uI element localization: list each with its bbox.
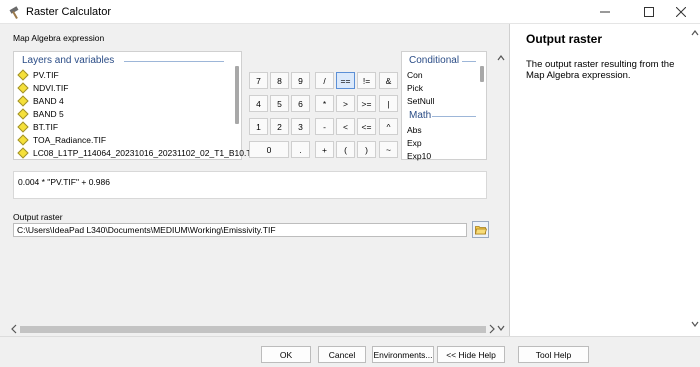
layer-item[interactable]: LC08_L1TP_114064_20231016_20231102_02_T1… [17, 147, 259, 159]
function-item[interactable]: Abs [407, 125, 422, 135]
ok-button[interactable]: OK [261, 346, 311, 363]
key-3[interactable]: 3 [291, 118, 310, 135]
layer-diamond-icon [17, 121, 29, 133]
function-item[interactable]: Exp10 [407, 151, 431, 161]
layer-item[interactable]: NDVI.TIF [17, 82, 68, 94]
key-0[interactable]: 0 [249, 141, 289, 158]
output-raster-input[interactable]: C:\Users\IdeaPad L340\Documents\MEDIUM\W… [13, 223, 467, 237]
conditional-title: Conditional [409, 55, 460, 66]
key-8[interactable]: 8 [270, 72, 289, 89]
key-not[interactable]: ~ [379, 141, 398, 158]
layer-item[interactable]: BT.TIF [17, 121, 58, 133]
layer-item[interactable]: TOA_Radiance.TIF [17, 134, 106, 146]
help-scroll-down-arrow-icon [691, 321, 699, 327]
layers-scrollbar[interactable] [235, 66, 239, 124]
maximize-icon [644, 7, 654, 17]
hammer-icon [9, 6, 19, 19]
layer-diamond-icon [17, 95, 29, 107]
function-item[interactable]: Con [407, 70, 423, 80]
window-title: Raster Calculator [26, 6, 111, 18]
key-and[interactable]: & [379, 72, 398, 89]
minimize-icon [600, 11, 610, 13]
layers-list[interactable]: Layers and variables PV.TIF NDVI.TIF BAN… [13, 51, 259, 160]
help-scroll-up-arrow-icon [691, 30, 699, 36]
layers-divider [124, 61, 224, 62]
output-raster-label: Output raster [13, 212, 63, 222]
horizontal-scrollbar-thumb[interactable] [20, 326, 486, 333]
key-7[interactable]: 7 [249, 72, 268, 89]
function-item[interactable]: SetNull [407, 96, 434, 106]
key-1[interactable]: 1 [249, 118, 268, 135]
scroll-left-arrow-icon [11, 324, 17, 334]
layers-title: Layers and variables [22, 55, 115, 66]
function-item[interactable]: Exp [407, 138, 422, 148]
key-not-equal[interactable]: != [357, 72, 376, 89]
cancel-button[interactable]: Cancel [318, 346, 366, 363]
layer-item[interactable]: PV.TIF [17, 69, 59, 81]
scroll-down-arrow-icon [497, 325, 505, 331]
title-bar: Raster Calculator [0, 0, 700, 24]
close-button[interactable] [662, 0, 700, 24]
help-title: Output raster [526, 32, 603, 46]
layer-diamond-icon [17, 108, 29, 120]
map-algebra-label: Map Algebra expression [13, 33, 105, 43]
key-6[interactable]: 6 [291, 95, 310, 112]
key-close-paren[interactable]: ) [357, 141, 376, 158]
tool-help-button[interactable]: Tool Help [518, 346, 589, 363]
scroll-right-arrow-icon [489, 324, 495, 334]
expression-textbox[interactable]: 0.004 * "PV.TIF" + 0.986 [13, 171, 487, 199]
key-9[interactable]: 9 [291, 72, 310, 89]
scroll-up-arrow-icon [497, 55, 505, 61]
layer-diamond-icon [17, 69, 29, 81]
minimize-button[interactable] [586, 0, 624, 24]
key-multiply[interactable]: * [315, 95, 334, 112]
help-panel: Output raster The output raster resultin… [509, 24, 700, 336]
key-greater[interactable]: > [336, 95, 355, 112]
key-minus[interactable]: - [315, 118, 334, 135]
key-open-paren[interactable]: ( [336, 141, 355, 158]
key-greater-equal[interactable]: >= [357, 95, 376, 112]
key-less-equal[interactable]: <= [357, 118, 376, 135]
help-text: The output raster resulting from the Map… [526, 59, 675, 81]
functions-scrollbar[interactable] [480, 66, 484, 82]
functions-list[interactable]: Conditional Con Pick SetNull Math Abs Ex… [401, 51, 487, 161]
close-icon [676, 7, 686, 17]
key-xor[interactable]: ^ [379, 118, 398, 135]
key-2[interactable]: 2 [270, 118, 289, 135]
layer-diamond-icon [17, 147, 29, 159]
panel-vertical-scrollbar[interactable] [496, 54, 506, 336]
browse-button[interactable] [472, 221, 489, 238]
key-less[interactable]: < [336, 118, 355, 135]
key-equal[interactable]: == [336, 72, 355, 89]
expression-text: 0.004 * "PV.TIF" + 0.986 [18, 177, 110, 187]
conditional-divider [462, 61, 476, 62]
layer-item[interactable]: BAND 5 [17, 108, 64, 120]
key-or[interactable]: | [379, 95, 398, 112]
math-title: Math [409, 110, 432, 121]
folder-open-icon [474, 225, 487, 234]
layer-diamond-icon [17, 134, 29, 146]
math-divider [432, 116, 476, 117]
key-decimal[interactable]: . [291, 141, 310, 158]
key-5[interactable]: 5 [270, 95, 289, 112]
dialog-footer: OK Cancel Environments... << Hide Help T… [0, 336, 700, 367]
tool-parameters-panel: Map Algebra expression Layers and variab… [0, 24, 506, 336]
key-divide[interactable]: / [315, 72, 334, 89]
function-item[interactable]: Pick [407, 83, 423, 93]
environments-button[interactable]: Environments... [372, 346, 434, 363]
hide-help-button[interactable]: << Hide Help [437, 346, 505, 363]
layer-diamond-icon [17, 82, 29, 94]
key-4[interactable]: 4 [249, 95, 268, 112]
layer-item[interactable]: BAND 4 [17, 95, 64, 107]
key-plus[interactable]: + [315, 141, 334, 158]
panel-horizontal-scrollbar[interactable] [10, 323, 496, 335]
